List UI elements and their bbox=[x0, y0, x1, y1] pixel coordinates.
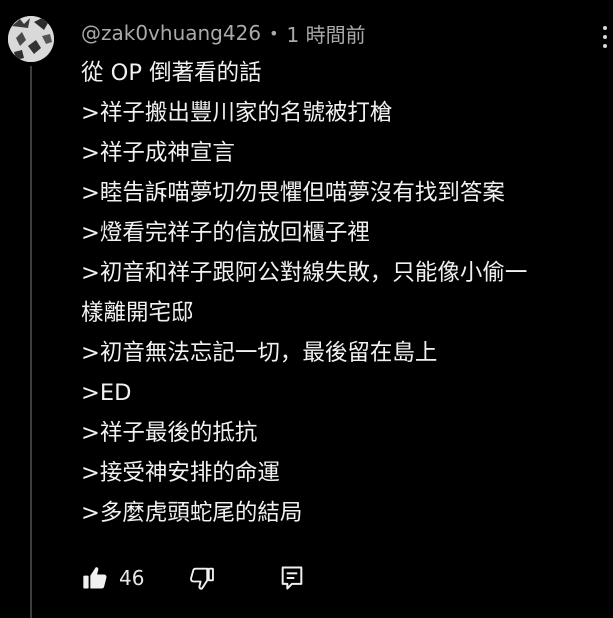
comment-actions: 46 bbox=[81, 561, 306, 595]
comment-line: >接受神安排的命運 bbox=[81, 460, 280, 486]
meta-separator: • bbox=[269, 23, 279, 43]
reply-comment-icon bbox=[278, 564, 306, 592]
comment-line: 從 OP 倒著看的話 bbox=[81, 60, 262, 86]
like-count: 46 bbox=[119, 566, 145, 590]
comment-timestamp[interactable]: 1 時間前 bbox=[287, 19, 366, 48]
more-vertical-icon-dot bbox=[603, 35, 607, 39]
comment-line: >睦告訴喵夢切勿畏懼但喵夢沒有找到答案 bbox=[81, 180, 505, 206]
comment-line: 樣離開宅邸 bbox=[81, 300, 194, 326]
dislike-button[interactable] bbox=[188, 564, 216, 592]
avatar[interactable] bbox=[8, 16, 54, 62]
comment-line: >祥子搬出豐川家的名號被打槍 bbox=[81, 100, 393, 126]
comment-line: >多麼虎頭蛇尾的結局 bbox=[81, 500, 303, 526]
thumbs-up-icon bbox=[81, 564, 109, 592]
comment-line: >燈看完祥子的信放回櫃子裡 bbox=[81, 220, 370, 246]
more-vertical-icon bbox=[603, 26, 607, 30]
comment-header: @zak0vhuang426 • 1 時間前 bbox=[81, 19, 366, 48]
comment-line: >初音無法忘記一切，最後留在島上 bbox=[81, 340, 438, 366]
thread-line bbox=[30, 66, 32, 618]
comment-body: 從 OP 倒著看的話 >祥子搬出豐川家的名號被打槍 >祥子成神宣言 >睦告訴喵夢… bbox=[81, 53, 606, 533]
comment-line: >祥子最後的抵抗 bbox=[81, 420, 258, 446]
comment-line: >ED bbox=[81, 380, 132, 406]
avatar-image bbox=[8, 16, 54, 62]
thumbs-down-icon bbox=[188, 564, 216, 592]
comment-line: >初音和祥子跟阿公對線失敗，只能像小偷一 bbox=[81, 260, 528, 286]
reply-button[interactable] bbox=[278, 564, 306, 592]
comment-line: >祥子成神宣言 bbox=[81, 140, 235, 166]
like-button[interactable]: 46 bbox=[81, 564, 144, 592]
author-name[interactable]: @zak0vhuang426 bbox=[81, 21, 261, 45]
more-vertical-icon-dot bbox=[603, 44, 607, 48]
more-options-button[interactable] bbox=[598, 26, 612, 56]
